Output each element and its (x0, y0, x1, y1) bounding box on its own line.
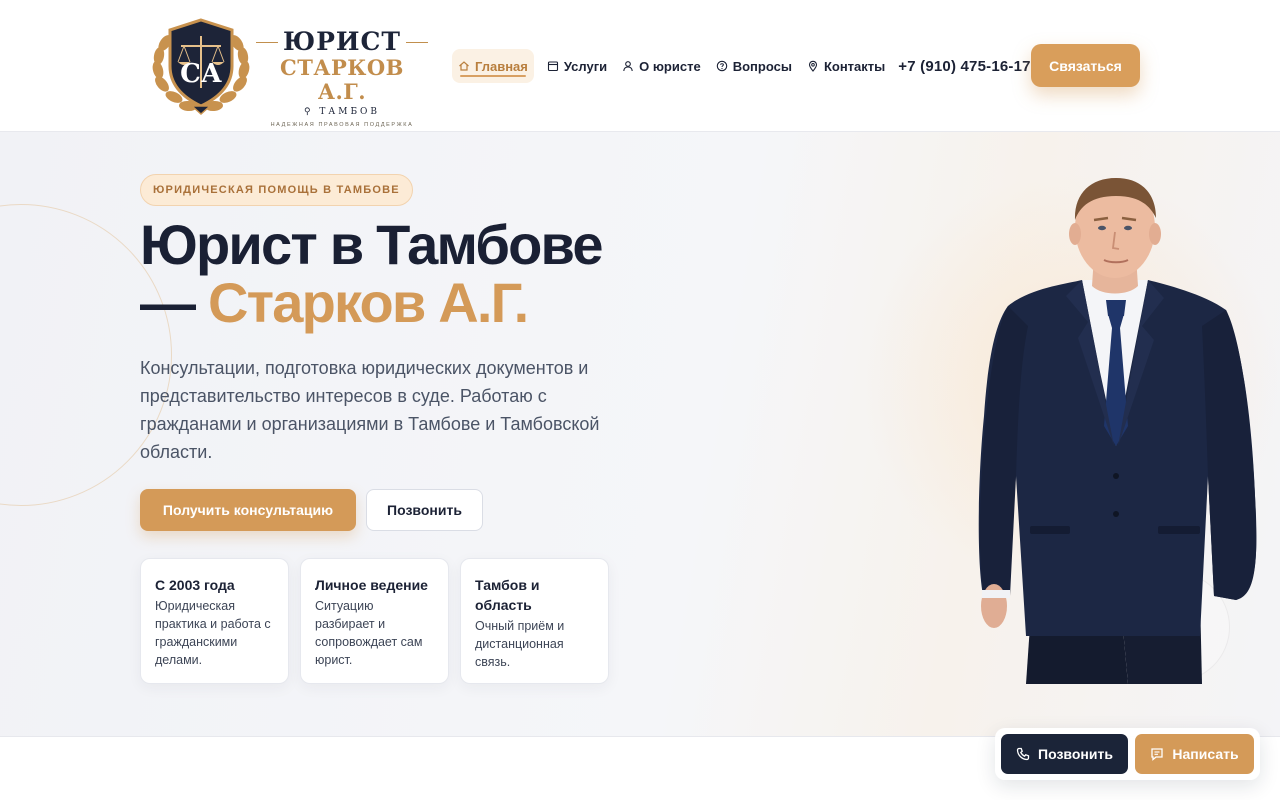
logo-city: ⚲ ТАМБОВ (303, 107, 381, 117)
feature-card-title: Тамбов и область (475, 577, 540, 613)
question-icon (716, 60, 727, 72)
feature-card-text: Юридическая практика и работа с гражданс… (155, 599, 271, 667)
nav-item-label: О юристе (639, 58, 701, 74)
feature-card: Тамбов и область Очный приём и дистанцио… (460, 558, 609, 684)
nav-item-services[interactable]: Услуги (545, 49, 609, 83)
feature-card: Личное ведение Ситуацию разбирает и сопр… (300, 558, 449, 684)
feature-card-text: Очный приём и дистанционная связь. (475, 619, 565, 669)
header-phone-link[interactable]: +7 (910) 475-16-17 (898, 58, 1030, 75)
nav-item-questions[interactable]: Вопросы (714, 49, 794, 83)
logo-line1: ЮРИСТ (256, 28, 428, 56)
home-icon (459, 61, 469, 71)
lawyer-portrait-image (978, 178, 1257, 684)
contact-button[interactable]: Связаться (1031, 44, 1140, 87)
nav-item-contacts[interactable]: Контакты (805, 49, 887, 83)
hero-title: Юрист в Тамбове — Старков А.Г. (140, 216, 700, 332)
nav-item-label: Услуги (563, 58, 608, 74)
list-icon (547, 61, 558, 72)
logo-text: ЮРИСТ СТАРКОВ А.Г. ⚲ ТАМБОВ надежная пра… (256, 28, 428, 128)
site-header: СА ЮРИСТ СТАРКОВ А.Г. ⚲ ТАМБОВ надежная … (0, 0, 1280, 132)
get-consultation-button[interactable]: Получить консультацию (140, 489, 356, 531)
feature-card-title: С 2003 года (155, 577, 235, 593)
hero-section: Юридическая помощь в Тамбове Юрист в Там… (0, 132, 1280, 736)
scales-of-justice-emblem-icon: СА (152, 18, 250, 116)
hero-title-accent: Старков А.Г. (207, 271, 529, 334)
phone-icon (1016, 747, 1030, 761)
floating-write-label: Написать (1172, 746, 1239, 762)
hero-lead: Консультации, подготовка юридических док… (140, 358, 600, 462)
emblem-letters: СА (180, 59, 222, 89)
nav-item-label: Контакты (823, 58, 886, 74)
location-pin-icon (808, 60, 817, 72)
feature-card-title: Личное ведение (315, 577, 428, 593)
floating-call-label: Позвонить (1038, 746, 1113, 762)
hero-title-line1: Юрист в Тамбове (140, 213, 604, 276)
floating-call-button[interactable]: Позвонить (1001, 734, 1128, 774)
message-icon (1151, 748, 1164, 761)
floating-write-button[interactable]: Написать (1135, 734, 1254, 774)
hero-badge: Юридическая помощь в Тамбове (140, 174, 413, 206)
nav-item-about[interactable]: О юристе (620, 49, 703, 83)
nav-item-label: Вопросы (732, 58, 792, 74)
feature-card-text: Ситуацию разбирает и сопровождает сам юр… (315, 599, 423, 667)
main-nav: Главная Услуги О юристе Вопросы Контакты… (452, 46, 1048, 86)
site-logo[interactable]: СА ЮРИСТ СТАРКОВ А.Г. ⚲ ТАМБОВ надежная … (148, 14, 438, 128)
floating-contact-bar: Позвонить Написать (995, 728, 1260, 780)
logo-tagline: надежная правовая поддержка (270, 122, 414, 128)
nav-item-label: Главная (475, 58, 528, 74)
nav-item-home[interactable]: Главная (452, 49, 534, 83)
hero-title-dash: — (140, 271, 208, 334)
call-button[interactable]: Позвонить (366, 489, 483, 531)
feature-card: С 2003 года Юридическая практика и работ… (140, 558, 289, 684)
logo-line2: СТАРКОВ А.Г. (280, 55, 404, 104)
user-icon (623, 61, 633, 72)
